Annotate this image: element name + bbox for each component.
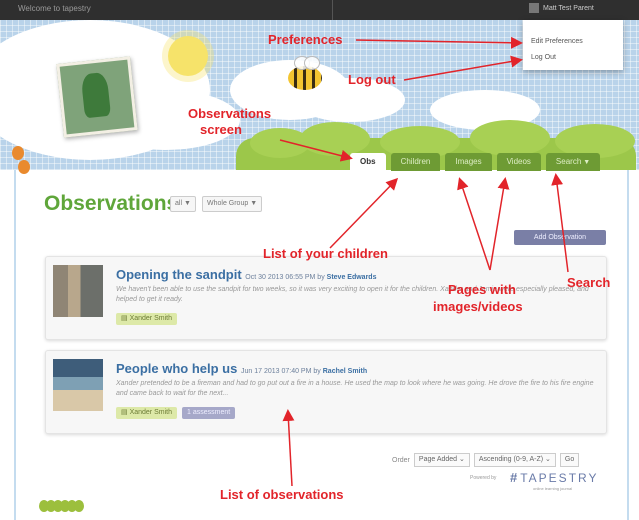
bush — [300, 122, 370, 156]
observation-by-label: by — [317, 274, 325, 281]
observation-tags: ▤ Xander Smith — [116, 313, 177, 325]
bee-icon — [288, 56, 322, 90]
child-tag-icon: ▤ — [121, 409, 130, 416]
observation-tags: ▤ Xander Smith 1 assessment — [116, 407, 236, 419]
annotation-pages-line1: Pages with — [448, 282, 516, 297]
filter-group-select[interactable]: Whole Group ▼ — [202, 196, 263, 212]
observation-date: Oct 30 2013 06:55 PM — [245, 274, 316, 281]
annotation-pages-line2: images/videos — [433, 299, 523, 314]
bush — [470, 120, 550, 156]
observation-by-label: by — [313, 368, 321, 375]
observation-title[interactable]: Opening the sandpit Oct 30 2013 06:55 PM… — [116, 267, 376, 282]
observation-date: Jun 17 2013 07:40 PM — [240, 368, 312, 375]
observation-title-text: People who help us — [116, 361, 238, 376]
filter-all-select[interactable]: all ▼ — [170, 196, 196, 212]
observation-title[interactable]: People who help us Jun 17 2013 07:40 PM … — [116, 361, 367, 376]
child-tag[interactable]: ▤ Xander Smith — [116, 313, 177, 325]
avatar — [529, 3, 539, 13]
user-dropdown: Matt Test Parent Edit Preferences Log Ou… — [523, 3, 623, 70]
tapestry-logo[interactable]: # TAPESTRY — [510, 470, 598, 485]
arrow-children — [329, 177, 399, 249]
tapestry-tagline: online learning journal — [533, 486, 573, 491]
filter-all-value: all — [175, 200, 183, 207]
tapestry-logo-icon: # — [510, 470, 518, 485]
observation-author: Rachel Smith — [322, 368, 368, 375]
order-go-button[interactable]: Go — [559, 453, 580, 467]
order-direction-select[interactable]: Ascending (0-9, A-Z) ⌄ — [473, 453, 556, 467]
order-sort-select[interactable]: Page Added ⌄ — [413, 453, 470, 467]
tab-search-label: Search — [555, 157, 582, 166]
filter-group-value: Whole Group — [207, 200, 249, 207]
page-border-left — [14, 170, 16, 520]
order-controls: Order Page Added ⌄ Ascending (0-9, A-Z) … — [392, 453, 580, 467]
observation-card[interactable]: People who help us Jun 17 2013 07:40 PM … — [45, 350, 607, 434]
child-photo — [56, 56, 138, 138]
powered-by-text: Powered by — [470, 475, 497, 481]
chevron-down-icon: ▼ — [183, 200, 191, 207]
observation-thumbnail — [53, 265, 103, 317]
tab-children[interactable]: Children — [390, 153, 441, 171]
tab-search[interactable]: Search ▼ — [545, 153, 601, 171]
annotation-observations-screen-line2: screen — [200, 122, 242, 137]
annotation-search: Search — [567, 275, 611, 290]
observation-title-text: Opening the sandpit — [116, 267, 242, 282]
annotation-log-out: Log out — [348, 72, 396, 87]
child-tag[interactable]: ▤ Xander Smith — [116, 407, 177, 419]
observation-card[interactable]: Opening the sandpit Oct 30 2013 06:55 PM… — [45, 256, 607, 340]
observation-thumbnail — [53, 359, 103, 411]
tab-obs[interactable]: Obs — [350, 153, 386, 171]
butterfly-icon — [12, 146, 32, 178]
main-nav: Obs Children Images Videos Search ▼ — [350, 153, 601, 173]
observation-text: Xander pretended to be a fireman and had… — [116, 380, 594, 397]
chevron-down-icon: ⌄ — [459, 456, 465, 463]
chevron-down-icon: ▼ — [250, 200, 258, 207]
caterpillar-icon — [39, 500, 84, 512]
chevron-down-icon: ⌄ — [545, 456, 551, 463]
page-title: Observations — [44, 192, 179, 215]
tab-images-label: Images — [455, 157, 482, 166]
welcome-text: Welcome to tapestry — [18, 4, 91, 13]
tab-videos-label: Videos — [506, 157, 531, 166]
annotation-list-observations: List of observations — [220, 487, 344, 502]
tab-videos[interactable]: Videos — [496, 153, 541, 171]
topbar-divider — [332, 0, 333, 20]
log-out-link[interactable]: Log Out — [531, 54, 556, 61]
tapestry-logo-text: TAPESTRY — [520, 470, 599, 485]
annotation-list-children: List of your children — [263, 246, 388, 261]
chevron-down-icon: ▼ — [583, 159, 591, 166]
annotation-observations-screen-line1: Observations — [188, 106, 272, 121]
child-tag-label: Xander Smith — [129, 409, 172, 416]
assessment-badge[interactable]: 1 assessment — [181, 407, 236, 419]
order-label: Order — [392, 456, 410, 464]
observation-author: Steve Edwards — [326, 274, 377, 281]
tab-images[interactable]: Images — [445, 153, 492, 171]
tab-obs-label: Obs — [360, 157, 376, 166]
sun-icon — [168, 36, 208, 76]
user-name: Matt Test Parent — [543, 4, 594, 12]
observation-text: We haven't been able to use the sandpit … — [116, 286, 589, 303]
observation-meta: Jun 17 2013 07:40 PM by Rachel Smith — [241, 368, 367, 375]
child-tag-label: Xander Smith — [129, 315, 172, 322]
child-tag-icon: ▤ — [121, 315, 130, 322]
page-border-right — [627, 170, 629, 520]
user-menu-toggle[interactable]: Matt Test Parent — [529, 3, 594, 13]
add-observation-button[interactable]: Add Observation — [514, 230, 606, 245]
tab-children-label: Children — [400, 157, 431, 166]
edit-preferences-link[interactable]: Edit Preferences — [531, 38, 583, 45]
annotation-preferences: Preferences — [268, 32, 343, 47]
order-direction-value: Ascending (0-9, A-Z) — [478, 456, 544, 463]
observation-meta: Oct 30 2013 06:55 PM by Steve Edwards — [245, 274, 376, 281]
order-sort-value: Page Added — [418, 456, 458, 463]
